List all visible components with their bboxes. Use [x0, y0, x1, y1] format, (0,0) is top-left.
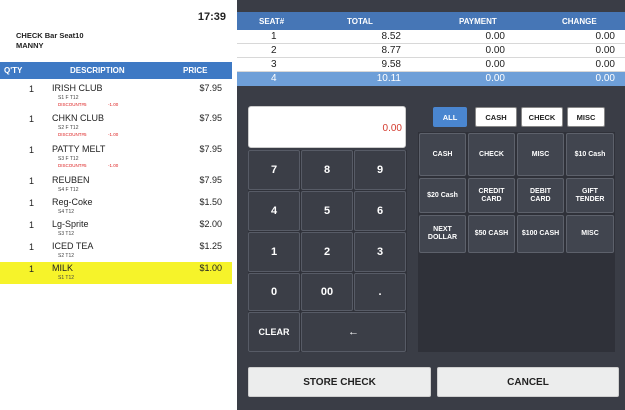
tab-all[interactable]: ALL — [433, 107, 467, 127]
debit-card-button[interactable]: DEBIT CARD — [517, 178, 564, 213]
clock: 17:39 — [197, 11, 226, 23]
key-8[interactable]: 8 — [301, 150, 353, 190]
key-2[interactable]: 2 — [301, 232, 353, 272]
check-title: CHECK Bar Seat10 MANNY — [16, 31, 84, 51]
table-row[interactable]: 2 8.77 0.00 0.00 — [237, 44, 625, 58]
item-seat-info: S1 F T12 — [58, 95, 79, 101]
amount-display: 0.00 — [248, 106, 406, 148]
seat-header: SEAT# — [259, 17, 285, 26]
next-dollar-button[interactable]: NEXT DOLLAR — [419, 215, 466, 253]
table-row-selected[interactable]: 4 10.11 0.00 0.00 — [237, 72, 625, 86]
check-panel: 17:39 CHECK Bar Seat10 MANNY Q'TY DESCRI… — [0, 0, 232, 410]
item-name: PATTY MELT — [52, 144, 106, 154]
item-seat-info: S3 F T12 — [58, 156, 79, 162]
key-0[interactable]: 0 — [248, 273, 300, 311]
clear-button[interactable]: CLEAR — [248, 312, 300, 352]
tab-misc[interactable]: MISC — [567, 107, 605, 127]
table-row[interactable]: 1 8.52 0.00 0.00 — [237, 30, 625, 44]
key-7[interactable]: 7 — [248, 150, 300, 190]
change-header: CHANGE — [562, 17, 597, 26]
table-row[interactable]: 3 9.58 0.00 0.00 — [237, 58, 625, 72]
seat-table: 1 8.52 0.00 0.00 2 8.77 0.00 0.00 3 9.58… — [237, 30, 625, 86]
description-header: DESCRIPTION — [70, 66, 125, 75]
item-discount: DISCOUNT#5 — [58, 163, 87, 168]
check-button[interactable]: CHECK — [468, 133, 515, 176]
gift-tender-button[interactable]: GIFT TENDER — [566, 178, 614, 213]
backspace-icon: ← — [348, 326, 359, 338]
item-seat-info: S2 F T12 — [58, 125, 79, 131]
hundred-cash-button[interactable]: $100 CASH — [517, 215, 564, 253]
item-discount: DISCOUNT#5 — [58, 102, 87, 107]
payment-header: PAYMENT — [459, 17, 497, 26]
list-item[interactable]: 1 IRISH CLUB $7.95 S1 F T12 DISCOUNT#5 -… — [0, 82, 232, 112]
item-name: MILK — [52, 263, 74, 273]
item-name: IRISH CLUB — [52, 83, 103, 93]
item-name: ICED TEA — [52, 241, 94, 251]
cancel-button[interactable]: CANCEL — [437, 367, 619, 397]
amount-value: 0.00 — [382, 123, 402, 134]
item-price: $1.25 — [199, 241, 222, 251]
item-seat-info: S2 T12 — [58, 253, 75, 259]
seat-table-header: SEAT# TOTAL PAYMENT CHANGE — [237, 12, 625, 30]
twenty-cash-button[interactable]: $20 Cash — [419, 178, 466, 213]
item-seat-info: S3 T12 — [58, 231, 75, 237]
list-item[interactable]: 1 PATTY MELT $7.95 S3 F T12 DISCOUNT#5 -… — [0, 143, 232, 174]
payment-panel: SEAT# TOTAL PAYMENT CHANGE 1 8.52 0.00 0… — [237, 0, 625, 410]
key-4[interactable]: 4 — [248, 191, 300, 231]
price-header: PRICE — [183, 66, 208, 75]
tab-check[interactable]: CHECK — [521, 107, 563, 127]
credit-card-button[interactable]: CREDIT CARD — [468, 178, 515, 213]
key-6[interactable]: 6 — [354, 191, 406, 231]
list-item[interactable]: 1 REUBEN $7.95 S4 F T12 — [0, 174, 232, 196]
key-decimal[interactable]: . — [354, 273, 406, 311]
item-seat-info: S1 T12 — [58, 275, 75, 281]
key-3[interactable]: 3 — [354, 232, 406, 272]
tab-cash[interactable]: CASH — [475, 107, 517, 127]
key-1[interactable]: 1 — [248, 232, 300, 272]
qty-header: Q'TY — [4, 66, 23, 75]
item-discount-amount: -1.00 — [108, 163, 119, 168]
item-name: Reg-Coke — [52, 197, 93, 207]
fifty-cash-button[interactable]: $50 CASH — [468, 215, 515, 253]
item-list-header: Q'TY DESCRIPTION PRICE — [0, 62, 232, 79]
item-discount-amount: -1.00 — [108, 132, 119, 137]
item-price: $7.95 — [199, 113, 222, 123]
backspace-button[interactable]: ← — [301, 312, 406, 352]
total-header: TOTAL — [347, 17, 373, 26]
item-name: REUBEN — [52, 175, 90, 185]
item-discount: DISCOUNT#5 — [58, 132, 87, 137]
cash-button[interactable]: CASH — [419, 133, 466, 176]
list-item[interactable]: 1 ICED TEA $1.25 S2 T12 — [0, 240, 232, 262]
item-price: $1.00 — [199, 263, 222, 273]
key-5[interactable]: 5 — [301, 191, 353, 231]
item-price: $7.95 — [199, 83, 222, 93]
item-price: $7.95 — [199, 175, 222, 185]
key-00[interactable]: 00 — [301, 273, 353, 311]
list-item[interactable]: 1 Lg-Sprite $2.00 S3 T12 — [0, 218, 232, 240]
item-discount-amount: -1.00 — [108, 102, 119, 107]
list-item-selected[interactable]: 1 MILK $1.00 S1 T12 — [0, 262, 232, 284]
list-item[interactable]: 1 Reg-Coke $1.50 S4 T12 — [0, 196, 232, 218]
item-seat-info: S4 F T12 — [58, 187, 79, 193]
list-item[interactable]: 1 CHKN CLUB $7.95 S2 F T12 DISCOUNT#5 -1… — [0, 112, 232, 143]
item-price: $7.95 — [199, 144, 222, 154]
ten-cash-button[interactable]: $10 Cash — [566, 133, 614, 176]
misc-tender-button[interactable]: MISC — [566, 215, 614, 253]
check-name: CHECK Bar Seat10 — [16, 31, 84, 40]
server-name: MANNY — [16, 41, 44, 50]
key-9[interactable]: 9 — [354, 150, 406, 190]
item-name: CHKN CLUB — [52, 113, 105, 123]
item-price: $1.50 — [199, 197, 222, 207]
item-list: 1 IRISH CLUB $7.95 S1 F T12 DISCOUNT#5 -… — [0, 82, 232, 284]
item-price: $2.00 — [199, 219, 222, 229]
item-name: Lg-Sprite — [52, 219, 89, 229]
store-check-button[interactable]: STORE CHECK — [248, 367, 431, 397]
misc-button[interactable]: MISC — [517, 133, 564, 176]
item-seat-info: S4 T12 — [58, 209, 75, 215]
